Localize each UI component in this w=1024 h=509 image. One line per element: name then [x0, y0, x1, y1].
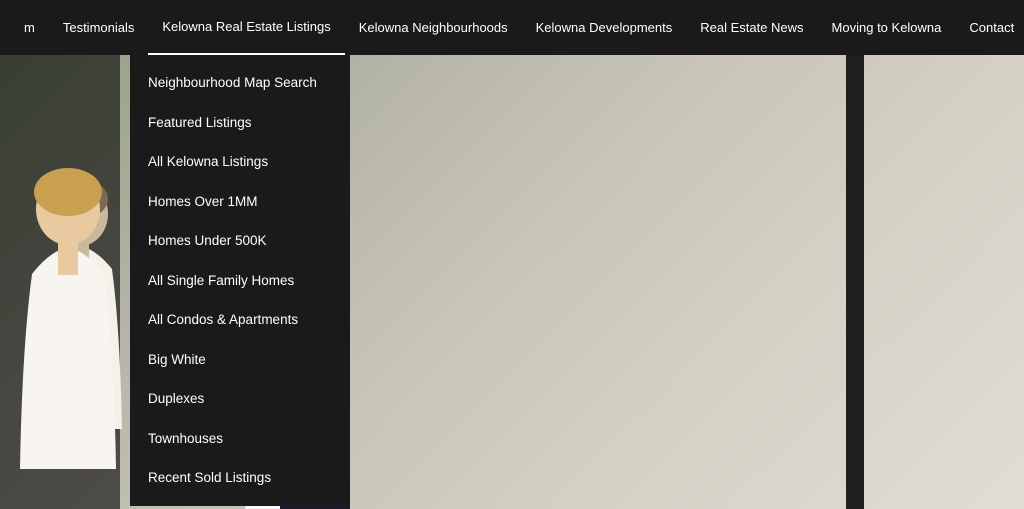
dropdown-item-6[interactable]: All Condos & Apartments [130, 300, 350, 340]
dropdown-item-2[interactable]: All Kelowna Listings [130, 142, 350, 182]
dropdown-item-9[interactable]: Townhouses [130, 419, 350, 459]
dropdown-item-8[interactable]: Duplexes [130, 379, 350, 419]
nav-item-2[interactable]: Kelowna Real Estate Listings [148, 0, 344, 55]
nav-item-1[interactable]: Testimonials [49, 0, 149, 55]
nav-item-0[interactable]: m [10, 0, 49, 55]
dropdown-item-1[interactable]: Featured Listings [130, 103, 350, 143]
nav-items: mTestimonialsKelowna Real Estate Listing… [10, 0, 1024, 55]
dropdown-item-7[interactable]: Big White [130, 340, 350, 380]
nav-item-3[interactable]: Kelowna Neighbourhoods [345, 0, 522, 55]
nav-item-6[interactable]: Moving to Kelowna [818, 0, 956, 55]
dropdown-menu: Neighbourhood Map SearchFeatured Listing… [130, 55, 350, 506]
nav-item-4[interactable]: Kelowna Developments [522, 0, 687, 55]
nav-item-7[interactable]: Contact [955, 0, 1024, 55]
hero-bar-right [846, 0, 864, 509]
nav-item-5[interactable]: Real Estate News [686, 0, 817, 55]
dropdown-item-0[interactable]: Neighbourhood Map Search [130, 63, 350, 103]
person-figure-2 [10, 109, 130, 509]
dropdown-item-10[interactable]: Recent Sold Listings [130, 458, 350, 498]
dropdown-item-3[interactable]: Homes Over 1MM [130, 182, 350, 222]
dropdown-item-5[interactable]: All Single Family Homes [130, 261, 350, 301]
dropdown-item-4[interactable]: Homes Under 500K [130, 221, 350, 261]
navbar: mTestimonialsKelowna Real Estate Listing… [0, 0, 1024, 55]
